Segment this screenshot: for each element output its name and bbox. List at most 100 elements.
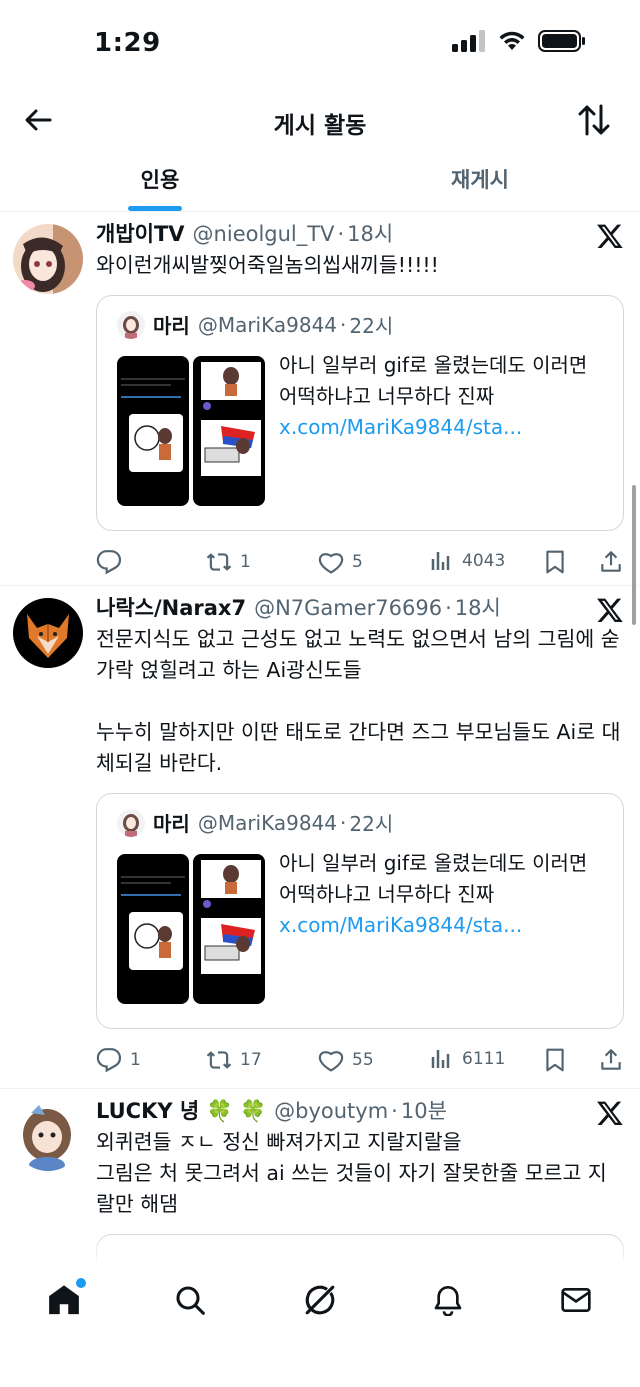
author-handle[interactable]: @byoutym bbox=[274, 1097, 388, 1125]
page-title: 게시 활동 bbox=[273, 113, 367, 139]
separator-dot: · bbox=[340, 810, 347, 835]
quote-text-block: 아니 일부러 gif로 올렸는데도 이러면 어떡하냐고 너무하다 진짜 x.co… bbox=[279, 350, 611, 443]
tweet-time[interactable]: 18시 bbox=[347, 220, 393, 248]
reply-icon bbox=[96, 550, 122, 575]
repost-count: 1 bbox=[240, 552, 251, 572]
author-name[interactable]: 개밥이TV bbox=[96, 220, 185, 248]
status-bar: 1:29 bbox=[0, 0, 640, 88]
reply-button[interactable]: 1 bbox=[96, 1047, 141, 1073]
quote-link[interactable]: x.com/MariKa9844/sta... bbox=[279, 412, 611, 443]
quote-avatar bbox=[117, 808, 145, 837]
reply-button[interactable] bbox=[96, 549, 130, 575]
avatar[interactable] bbox=[13, 598, 83, 668]
quote-author-handle: @MariKa9844 bbox=[197, 312, 338, 337]
quote-author-name: 마리 bbox=[153, 812, 190, 836]
sort-button[interactable] bbox=[576, 102, 612, 138]
repost-button[interactable]: 17 bbox=[206, 1047, 262, 1073]
header: 게시 활동 bbox=[0, 88, 640, 152]
repost-button[interactable]: 1 bbox=[206, 549, 251, 575]
author-name[interactable]: LUCKY 녕 🍀 🍀 bbox=[96, 1097, 266, 1125]
bottom-nav bbox=[0, 1262, 640, 1387]
nav-notifications[interactable] bbox=[430, 1282, 466, 1318]
share-button[interactable] bbox=[598, 549, 624, 575]
quote-text-block: 아니 일부러 gif로 올렸는데도 이러면 어떡하냐고 너무하다 진짜 x.co… bbox=[279, 848, 611, 941]
reply-icon bbox=[96, 1048, 122, 1073]
media-thumbnail[interactable] bbox=[193, 356, 265, 506]
separator-dot: · bbox=[337, 222, 345, 246]
tweet-header: 나락스/Narax7 @N7Gamer76696 · 18시 bbox=[96, 594, 624, 622]
tweet-time[interactable]: 18시 bbox=[455, 594, 501, 622]
bookmark-button[interactable] bbox=[542, 549, 568, 575]
quote-time: 22시 bbox=[349, 314, 394, 338]
quote-time: 22시 bbox=[349, 812, 394, 836]
tab-quotes[interactable]: 인용 bbox=[0, 164, 320, 194]
quote-card[interactable] bbox=[96, 1234, 624, 1262]
like-button[interactable]: 5 bbox=[318, 549, 363, 575]
media-thumbnail[interactable] bbox=[193, 854, 265, 1004]
x-logo-icon[interactable] bbox=[596, 1099, 624, 1127]
tab-reposts[interactable]: 재게시 bbox=[320, 164, 640, 194]
nav-grok[interactable] bbox=[302, 1282, 338, 1318]
nav-messages[interactable] bbox=[558, 1282, 594, 1318]
repost-icon bbox=[206, 553, 232, 571]
wifi-icon bbox=[499, 31, 525, 50]
nav-home[interactable] bbox=[46, 1278, 86, 1318]
quote-author-handle: @MariKa9844 bbox=[197, 810, 338, 835]
author-name[interactable]: 나락스/Narax7 bbox=[96, 594, 246, 622]
tweet[interactable]: 나락스/Narax7 @N7Gamer76696 · 18시 전문지식도 없고 … bbox=[0, 586, 640, 1089]
status-icons bbox=[452, 30, 586, 52]
scrollbar[interactable] bbox=[632, 485, 636, 625]
separator-dot: · bbox=[445, 596, 452, 620]
like-button[interactable]: 55 bbox=[318, 1047, 374, 1073]
signal-icon bbox=[452, 30, 485, 52]
tweet-header: 개밥이TV @nieolgul_TV · 18시 bbox=[96, 220, 624, 248]
repost-count: 17 bbox=[240, 1050, 262, 1070]
home-icon bbox=[49, 1285, 79, 1315]
nav-search[interactable] bbox=[172, 1282, 208, 1318]
views-count: 6111 bbox=[462, 1049, 506, 1069]
tweet-actions: 1 17 55 6111 bbox=[96, 1033, 624, 1087]
like-icon bbox=[318, 1051, 344, 1072]
views-button[interactable]: 4043 bbox=[430, 549, 505, 573]
quote-header: 마리 @MariKa9844 · 22시 bbox=[117, 310, 611, 339]
quote-card[interactable]: 마리 @MariKa9844 · 22시 아니 일부러 gif로 올렸는데도 이… bbox=[96, 793, 624, 1029]
tweet-text: 와이런개씨발찢어죽일놈의씹새끼들!!!!! bbox=[96, 253, 439, 277]
author-handle[interactable]: @nieolgul_TV bbox=[193, 220, 335, 248]
quote-media[interactable] bbox=[117, 854, 265, 1004]
like-count: 55 bbox=[352, 1050, 374, 1070]
quote-author-name: 마리 bbox=[153, 314, 190, 338]
feed: 개밥이TV @nieolgul_TV · 18시 와이런개씨발찢어죽일놈의씹새끼… bbox=[0, 212, 640, 1262]
quote-link[interactable]: x.com/MariKa9844/sta... bbox=[279, 910, 611, 941]
views-count: 4043 bbox=[462, 551, 506, 571]
tweet-actions: 1 5 4043 bbox=[96, 535, 624, 589]
search-icon bbox=[176, 1286, 205, 1315]
sort-icon bbox=[578, 104, 610, 136]
like-count: 5 bbox=[352, 552, 363, 572]
separator-dot: · bbox=[340, 312, 347, 337]
share-icon bbox=[601, 1049, 621, 1070]
repost-icon bbox=[206, 1051, 232, 1069]
author-handle[interactable]: @N7Gamer76696 bbox=[254, 594, 442, 622]
quote-header: 마리 @MariKa9844 · 22시 bbox=[117, 808, 611, 837]
views-icon bbox=[431, 1050, 450, 1068]
messages-icon bbox=[561, 1288, 591, 1312]
quote-media[interactable] bbox=[117, 356, 265, 506]
avatar[interactable] bbox=[13, 1101, 83, 1171]
tweet[interactable]: LUCKY 녕 🍀 🍀 @byoutym · 10분 외퀴련들 ㅈㄴ 정신 빠져… bbox=[0, 1089, 640, 1262]
tweet-time[interactable]: 10분 bbox=[401, 1097, 447, 1125]
bookmark-button[interactable] bbox=[542, 1047, 568, 1073]
battery-icon bbox=[538, 30, 585, 52]
avatar[interactable] bbox=[13, 224, 83, 294]
grok-icon bbox=[305, 1285, 335, 1315]
share-button[interactable] bbox=[598, 1047, 624, 1073]
tweet-text: 외퀴련들 ㅈㄴ 정신 빠져가지고 지랄지랄을 그림은 처 못그려서 ai 쓰는 … bbox=[96, 1130, 607, 1216]
x-logo-icon[interactable] bbox=[596, 596, 624, 624]
status-time: 1:29 bbox=[94, 28, 161, 58]
quote-avatar bbox=[117, 310, 145, 339]
x-logo-icon[interactable] bbox=[596, 222, 624, 250]
views-button[interactable]: 6111 bbox=[430, 1047, 505, 1071]
media-thumbnail[interactable] bbox=[117, 356, 189, 506]
media-thumbnail[interactable] bbox=[117, 854, 189, 1004]
quote-card[interactable]: 마리 @MariKa9844 · 22시 아니 일부러 gif로 올렸는데도 이… bbox=[96, 295, 624, 531]
tweet[interactable]: 개밥이TV @nieolgul_TV · 18시 와이런개씨발찢어죽일놈의씹새끼… bbox=[0, 212, 640, 586]
